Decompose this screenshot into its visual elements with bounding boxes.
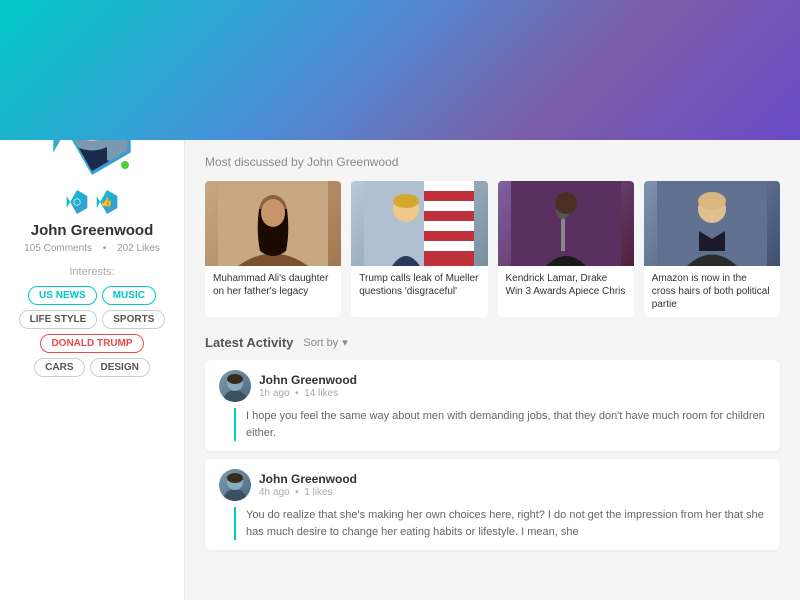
activity-card-2: John Greenwood 4h ago • 1 likes You do r… (205, 459, 780, 550)
sort-by-button[interactable]: Sort by ▾ (303, 336, 347, 349)
news-img-trump (351, 181, 487, 266)
interest-sports[interactable]: SPORTS (102, 310, 165, 329)
latest-activity-title: Latest Activity (205, 335, 293, 350)
news-card-trump[interactable]: Trump calls leak of Mueller questions 'd… (351, 181, 487, 317)
activity-user-name-1: John Greenwood (259, 373, 357, 387)
main-content: Most discussed by John Greenwood M (185, 140, 800, 600)
activity-user-name-2: John Greenwood (259, 472, 357, 486)
news-cards: Muhammad Ali's daughter on her father's … (205, 181, 780, 317)
sidebar-profile: ⬡ 👍 John Greenwood 105 Comments • 202 Li… (15, 140, 169, 377)
interests-label: Interests: (15, 266, 169, 278)
interest-donald-trump[interactable]: DONALD TRUMP (40, 334, 143, 353)
activity-text-2: You do realize that she's making her own… (234, 507, 766, 540)
sort-by-label: Sort by (303, 337, 338, 349)
avatar-hex (47, 140, 137, 175)
header-banner (0, 0, 800, 140)
interest-life-style[interactable]: LIFE STYLE (19, 310, 98, 329)
activity-text-1: I hope you feel the same way about men w… (234, 408, 766, 441)
news-text-ali: Muhammad Ali's daughter on her father's … (205, 266, 341, 304)
profile-name: John Greenwood (15, 222, 169, 239)
likes-count: 202 Likes (117, 243, 160, 254)
latest-activity-header: Latest Activity Sort by ▾ (205, 335, 780, 350)
comments-count: 105 Comments (24, 243, 92, 254)
news-card-ali[interactable]: Muhammad Ali's daughter on her father's … (205, 181, 341, 317)
activity-avatar-2 (219, 469, 251, 501)
activity-meta-2: 4h ago • 1 likes (259, 487, 357, 498)
stats-dot: • (103, 243, 107, 254)
news-card-kendrick[interactable]: Kendrick Lamar, Drake Win 3 Awards Apiec… (498, 181, 634, 317)
activity-header-1: John Greenwood 1h ago • 14 likes (219, 370, 766, 402)
sidebar: ⬡ 👍 John Greenwood 105 Comments • 202 Li… (0, 140, 185, 600)
news-text-trump: Trump calls leak of Mueller questions 'd… (351, 266, 487, 304)
badge-icons: ⬡ 👍 (15, 190, 169, 214)
activity-user-info-1: John Greenwood 1h ago • 14 likes (259, 373, 357, 399)
sort-chevron-icon: ▾ (342, 336, 348, 349)
profile-stats: 105 Comments • 202 Likes (15, 243, 169, 254)
news-card-bezos[interactable]: Amazon is now in the cross hairs of both… (644, 181, 780, 317)
news-img-kendrick (498, 181, 634, 266)
news-text-bezos: Amazon is now in the cross hairs of both… (644, 266, 780, 317)
news-img-ali (205, 181, 341, 266)
activity-header-2: John Greenwood 4h ago • 1 likes (219, 469, 766, 501)
activity-meta-1: 1h ago • 14 likes (259, 388, 357, 399)
interest-music[interactable]: MUSIC (102, 286, 156, 305)
activity-card-1: John Greenwood 1h ago • 14 likes I hope … (205, 360, 780, 451)
badge-hex-1: ⬡ (65, 190, 89, 214)
news-text-kendrick: Kendrick Lamar, Drake Win 3 Awards Apiec… (498, 266, 634, 304)
interest-cars[interactable]: CARS (34, 358, 84, 377)
news-img-bezos (644, 181, 780, 266)
avatar-container (47, 140, 137, 175)
activity-avatar-1 (219, 370, 251, 402)
online-indicator (119, 159, 131, 171)
main-layout: ⬡ 👍 John Greenwood 105 Comments • 202 Li… (0, 140, 800, 600)
badge-hex-2: 👍 (95, 190, 119, 214)
interests-grid: US NEWS MUSIC LIFE STYLE SPORTS DONALD T… (15, 286, 169, 377)
interest-us-news[interactable]: US NEWS (28, 286, 97, 305)
interest-design[interactable]: DESIGN (90, 358, 150, 377)
most-discussed-title: Most discussed by John Greenwood (205, 155, 780, 169)
activity-user-info-2: John Greenwood 4h ago • 1 likes (259, 472, 357, 498)
